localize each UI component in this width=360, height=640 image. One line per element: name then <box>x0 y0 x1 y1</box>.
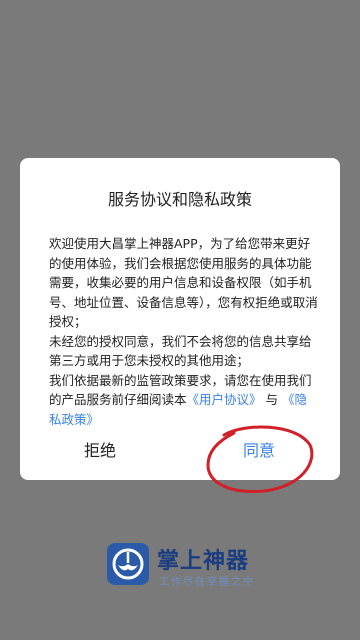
brand-name: 掌上神器 <box>157 549 250 574</box>
brand-logo-group: 掌上神器 工作尽在掌握之中 <box>107 543 267 591</box>
consent-paragraph: 未经您的授权同意，我们不会将您的信息共享给第三方或用于您未授权的其他用途； <box>49 333 312 369</box>
app-logo-icon <box>107 543 149 585</box>
intro-paragraph: 欢迎使用大昌掌上神器APP，为了给您带来更好的使用体验，我们会根据您使用服务的具… <box>49 236 318 329</box>
agree-button[interactable]: 同意 <box>204 436 314 468</box>
regulation-paragraph: 我们依据最新的监管政策要求，请您在使用我们的产品服务前仔细阅读本《用户协议》 与… <box>49 371 319 430</box>
refuse-button[interactable]: 拒绝 <box>45 436 155 468</box>
brand-slogan: 工作尽在掌握之中 <box>159 577 255 588</box>
and-text: 与 <box>261 392 282 407</box>
dialog-title: 服务协议和隐私政策 <box>107 190 252 209</box>
dialog-body: 欢迎使用大昌掌上神器APP，为了给您带来更好的使用体验，我们会根据您使用服务的具… <box>49 234 319 429</box>
privacy-dialog: 服务协议和隐私政策 欢迎使用大昌掌上神器APP，为了给您带来更好的使用体验，我们… <box>20 158 340 480</box>
user-agreement-link[interactable]: 《用户协议》 <box>187 392 262 407</box>
